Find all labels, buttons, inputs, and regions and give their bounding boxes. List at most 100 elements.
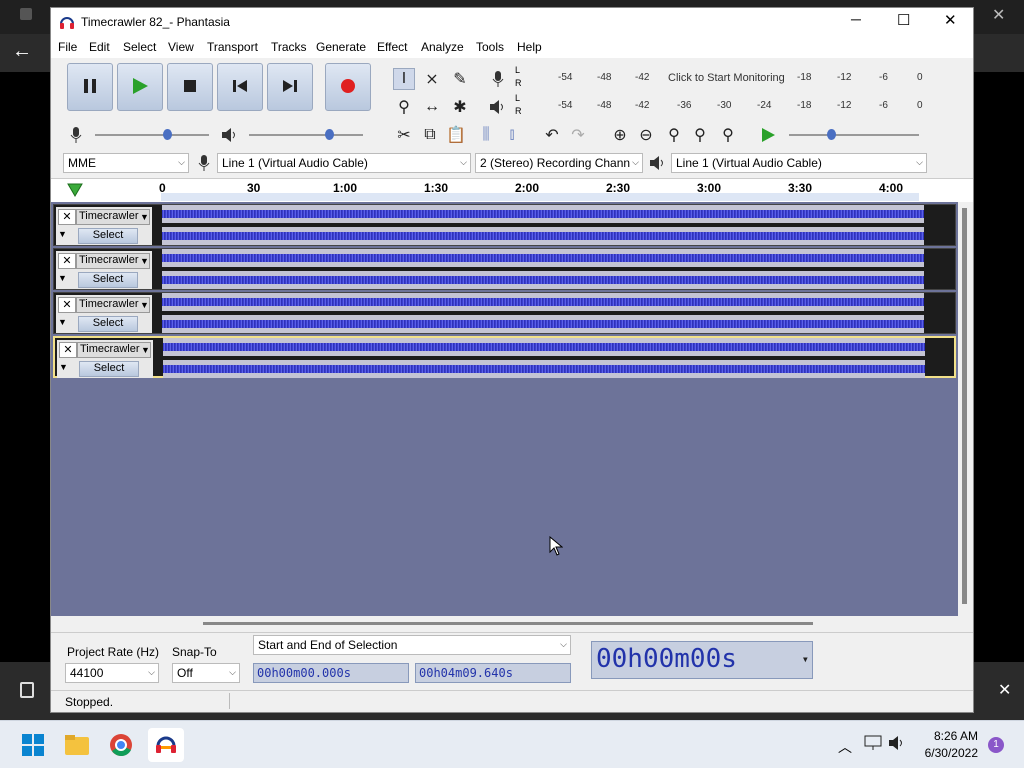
menu-edit[interactable]: Edit <box>89 40 110 54</box>
selection-mode-select[interactable]: Start and End of Selection ⌵ <box>253 635 571 655</box>
track-collapse-icon[interactable]: ▼ <box>58 317 67 327</box>
waveform-left-channel[interactable] <box>162 249 924 267</box>
tracks-area[interactable]: ✕ Timecrawler ▼ ▼ Select ✕ Timecrawler ▼… <box>51 202 958 616</box>
start-menu-windows-icon[interactable] <box>18 730 48 760</box>
track-collapse-icon[interactable]: ▼ <box>58 273 67 283</box>
track-select-button[interactable]: Select <box>78 228 138 244</box>
menu-generate[interactable]: Generate <box>316 40 366 54</box>
stop-button[interactable] <box>167 63 213 111</box>
close-button[interactable]: ✕ <box>944 11 957 29</box>
track-select-button[interactable]: Select <box>78 272 138 288</box>
zoom-out-icon[interactable]: ⊖ <box>635 124 657 146</box>
skip-end-button[interactable] <box>267 63 313 111</box>
menu-transport[interactable]: Transport <box>207 40 258 54</box>
record-volume-slider[interactable] <box>95 134 209 136</box>
pause-button[interactable] <box>67 63 113 111</box>
play-speed-slider[interactable] <box>789 134 919 136</box>
track-close-button[interactable]: ✕ <box>58 297 76 313</box>
track-menu-caret-icon[interactable]: ▼ <box>141 345 150 355</box>
selection-end-time[interactable]: 00h04m09.640s <box>415 663 571 683</box>
skip-start-button[interactable] <box>217 63 263 111</box>
maximize-button[interactable]: ☐ <box>897 11 910 29</box>
playback-meter-speaker-icon[interactable] <box>487 96 509 118</box>
silence-icon[interactable]: ⫾ <box>501 124 523 146</box>
background-footer-close-icon[interactable]: ✕ <box>998 680 1011 700</box>
menu-effect[interactable]: Effect <box>377 40 407 54</box>
playback-meter[interactable]: -54 -48 -42 -36 -30 -24 -18 -12 -6 0 <box>525 94 925 118</box>
trim-icon[interactable]: ⫼ <box>475 124 497 146</box>
zoom-in-icon[interactable]: ⊕ <box>609 124 631 146</box>
zoom-toggle-icon[interactable]: ⚲ <box>717 124 739 146</box>
back-arrow-icon[interactable]: ← <box>12 40 32 63</box>
audio-host-select[interactable]: MME ⌵ <box>63 153 189 173</box>
pin-head-icon[interactable] <box>67 183 83 200</box>
menu-file[interactable]: File <box>58 40 77 54</box>
menu-analyze[interactable]: Analyze <box>421 40 464 54</box>
track-1[interactable]: ✕ Timecrawler ▼ ▼ Select <box>53 204 956 246</box>
project-rate-select[interactable]: 44100 ⌵ <box>65 663 159 683</box>
menu-tracks[interactable]: Tracks <box>271 40 307 54</box>
fit-project-icon[interactable]: ⚲ <box>689 124 711 146</box>
show-hidden-icons-chevron-icon[interactable]: ︿ <box>838 737 852 757</box>
clock-date[interactable]: 6/30/2022 <box>916 746 978 760</box>
track-name-menu[interactable]: Timecrawler <box>76 253 150 269</box>
notification-badge[interactable]: 1 <box>988 737 1004 753</box>
snap-to-select[interactable]: Off ⌵ <box>172 663 240 683</box>
waveform-left-channel[interactable] <box>162 205 924 223</box>
menu-tools[interactable]: Tools <box>476 40 504 54</box>
play-speed-thumb[interactable] <box>827 129 836 140</box>
record-meter[interactable]: -54 -48 -42 Click to Start Monitoring -1… <box>525 66 925 90</box>
cut-icon[interactable]: ✂ <box>393 124 415 146</box>
track-menu-caret-icon[interactable]: ▼ <box>140 212 149 222</box>
clock-time[interactable]: 8:26 AM <box>916 729 978 743</box>
undo-icon[interactable]: ↶ <box>541 124 563 146</box>
recording-device-select[interactable]: Line 1 (Virtual Audio Cable) ⌵ <box>217 153 471 173</box>
track-collapse-icon[interactable]: ▼ <box>58 229 67 239</box>
play-at-speed-icon[interactable] <box>757 124 779 146</box>
redo-icon[interactable]: ↷ <box>567 124 589 146</box>
copy-icon[interactable]: ⧉ <box>419 124 441 146</box>
audio-position-display[interactable]: 00h00m00s ▾ <box>591 641 813 679</box>
recording-channels-select[interactable]: 2 (Stereo) Recording Chann ⌵ <box>475 153 643 173</box>
menu-select[interactable]: Select <box>123 40 156 54</box>
start-monitoring-text[interactable]: Click to Start Monitoring <box>668 72 785 84</box>
selection-start-time[interactable]: 00h00m00.000s <box>253 663 409 683</box>
paste-icon[interactable]: 📋 <box>445 124 467 146</box>
menu-help[interactable]: Help <box>517 40 542 54</box>
track-select-button[interactable]: Select <box>78 316 138 332</box>
track-close-button[interactable]: ✕ <box>58 253 76 269</box>
menu-view[interactable]: View <box>168 40 194 54</box>
horizontal-scroll-thumb[interactable] <box>203 622 813 625</box>
background-close-icon[interactable]: ✕ <box>992 5 1005 25</box>
vertical-scroll-thumb[interactable] <box>962 208 967 604</box>
vertical-scrollbar[interactable] <box>958 202 973 616</box>
track-name-menu[interactable]: Timecrawler <box>76 209 150 225</box>
track-name-menu[interactable]: Timecrawler <box>77 342 151 358</box>
playback-volume-thumb[interactable] <box>325 129 334 140</box>
time-shift-tool-icon[interactable]: ↔ <box>421 96 443 118</box>
track-name-menu[interactable]: Timecrawler <box>76 297 150 313</box>
waveform-left-channel[interactable] <box>163 338 925 356</box>
waveform-left-channel[interactable] <box>162 293 924 311</box>
minimize-button[interactable]: ─ <box>851 11 861 27</box>
track-close-button[interactable]: ✕ <box>59 342 77 358</box>
record-meter-mic-icon[interactable] <box>487 68 509 90</box>
waveform-right-channel[interactable] <box>163 360 925 378</box>
waveform-right-channel[interactable] <box>162 315 924 333</box>
track-4-selected[interactable]: ✕ Timecrawler ▼ ▼ Select <box>53 336 956 378</box>
waveform-right-channel[interactable] <box>162 227 924 245</box>
volume-icon[interactable] <box>888 735 906 754</box>
network-icon[interactable] <box>864 735 882 754</box>
phantasia-taskbar-button[interactable] <box>148 728 184 762</box>
waveform-right-channel[interactable] <box>162 271 924 289</box>
track-menu-caret-icon[interactable]: ▼ <box>140 300 149 310</box>
zoom-tool-icon[interactable]: ⚲ <box>393 96 415 118</box>
play-button[interactable] <box>117 63 163 111</box>
timeline-ruler[interactable]: 0 30 1:00 1:30 2:00 2:30 3:00 3:30 4:00 <box>51 178 973 202</box>
track-3[interactable]: ✕ Timecrawler ▼ ▼ Select <box>53 292 956 334</box>
record-volume-thumb[interactable] <box>163 129 172 140</box>
selection-tool-icon[interactable]: I <box>393 68 415 90</box>
multi-tool-icon[interactable]: ✱ <box>449 96 471 118</box>
file-icon[interactable] <box>20 682 34 698</box>
track-collapse-icon[interactable]: ▼ <box>59 362 68 372</box>
